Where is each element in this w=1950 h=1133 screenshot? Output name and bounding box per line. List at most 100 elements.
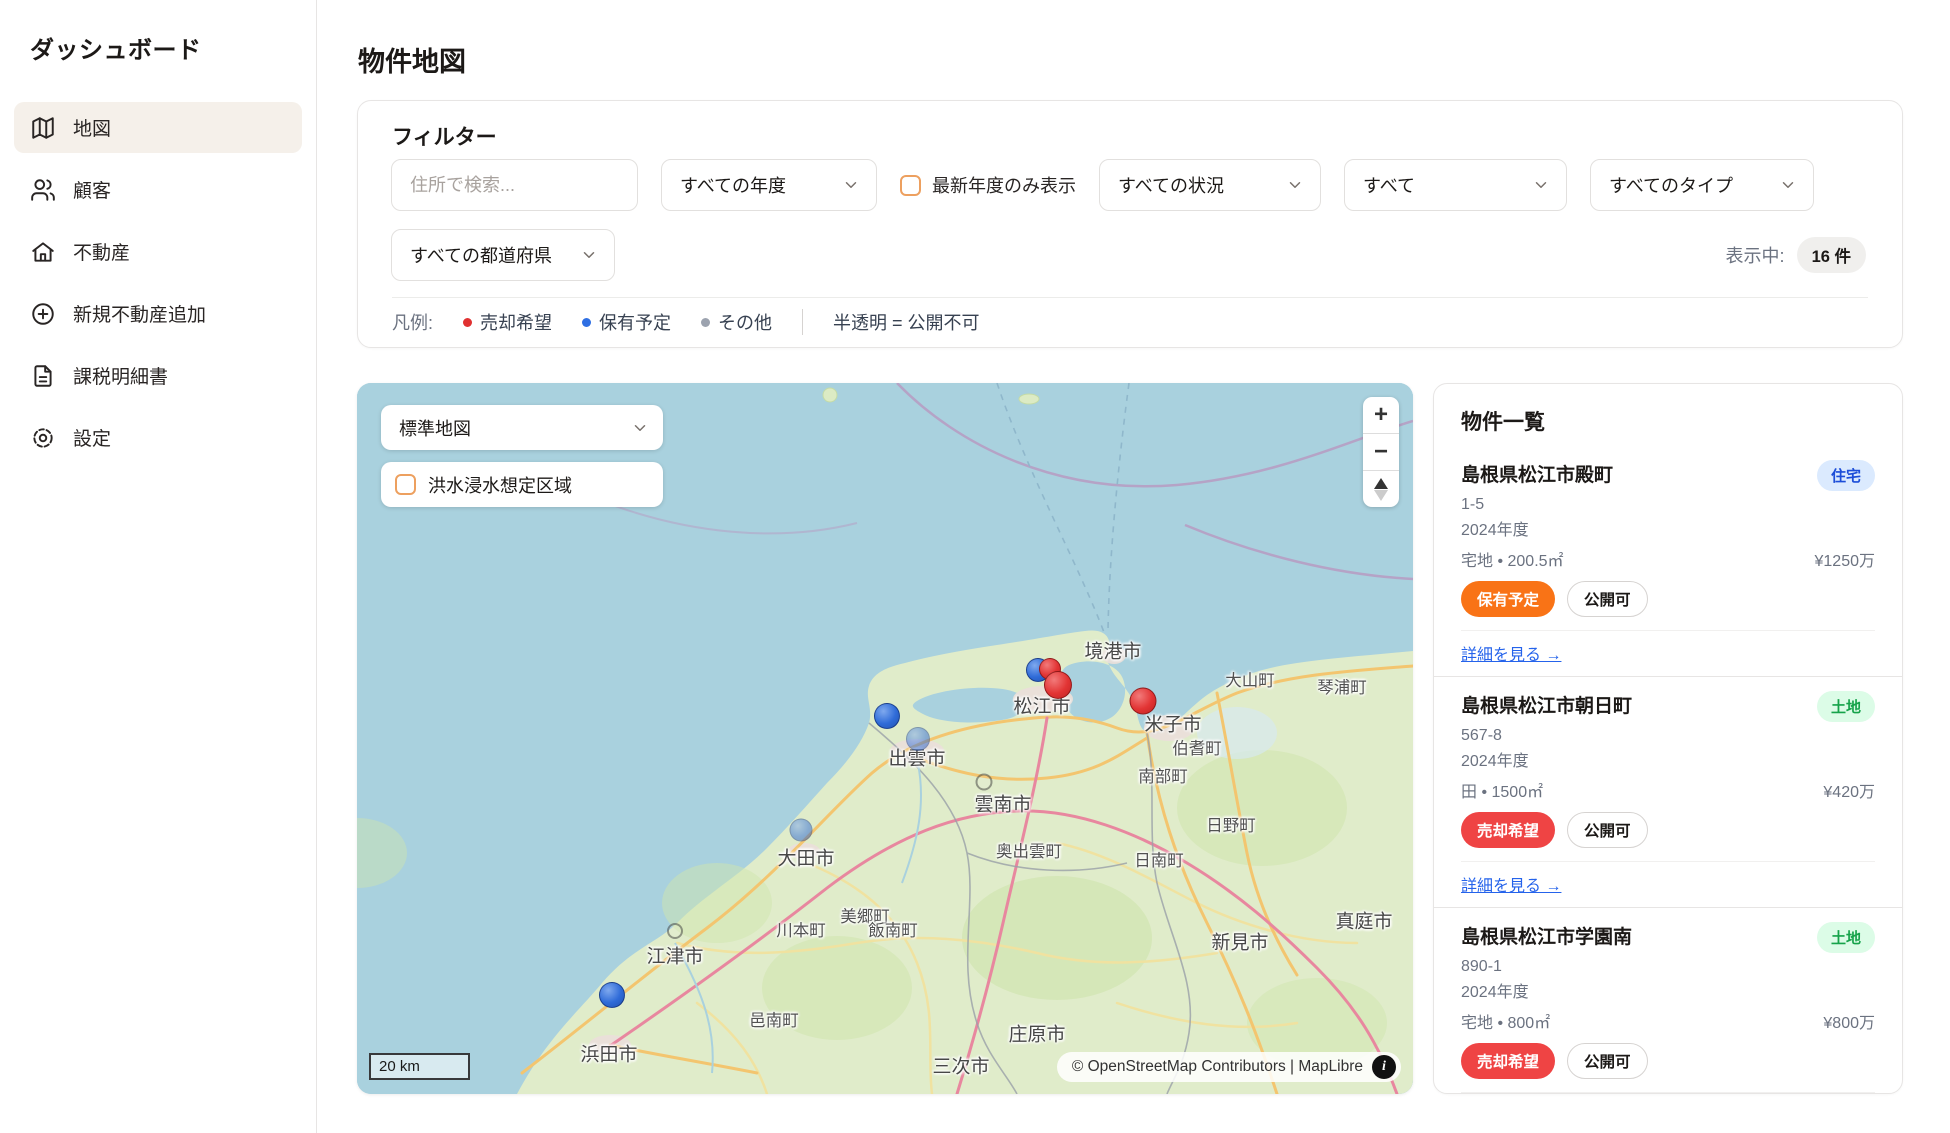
property-land: 宅地 • 200.5㎡ — [1461, 547, 1564, 571]
zoom-in-button[interactable]: + — [1363, 397, 1399, 433]
app-title: ダッシュボード — [30, 30, 202, 65]
property-name: 島根県松江市学園南 — [1461, 922, 1632, 949]
chevron-down-icon — [842, 176, 860, 194]
search-input[interactable] — [391, 159, 638, 211]
sidebar-item-settings[interactable]: 設定 — [14, 412, 302, 463]
gray-dot-icon — [701, 318, 710, 327]
map-marker[interactable] — [906, 727, 930, 751]
sidebar-nav: 地図 顧客 不動産 新規不動産追加 課税明細書 — [14, 102, 302, 463]
property-card: 島根県松江市学園南 土地 890-1 2024年度 宅地 • 800㎡ ¥800… — [1434, 907, 1902, 1094]
blue-dot-icon — [582, 318, 591, 327]
map-marker[interactable] — [599, 982, 625, 1008]
filter-row-2: すべての都道府県 表示中: 16 件 — [391, 229, 1866, 281]
property-land: 田 • 1500㎡ — [1461, 778, 1543, 802]
detail-link[interactable]: 詳細を見る → — [1461, 872, 1561, 896]
home-icon — [30, 239, 56, 265]
plus-circle-icon — [30, 301, 56, 327]
users-icon — [30, 177, 56, 203]
red-dot-icon — [463, 318, 472, 327]
legend: 凡例: 売却希望 保有予定 その他 半透明 = 公開不可 — [392, 309, 980, 335]
map-marker[interactable] — [874, 703, 900, 729]
property-address2: 567-8 — [1461, 727, 1875, 745]
type-select[interactable]: すべてのタイプ — [1590, 159, 1814, 211]
sidebar-item-tax-statement[interactable]: 課税明細書 — [14, 350, 302, 401]
map-marker[interactable] — [667, 923, 683, 939]
chevron-down-icon — [1286, 176, 1304, 194]
sidebar-item-properties[interactable]: 不動産 — [14, 226, 302, 277]
property-year: 2024年度 — [1461, 978, 1875, 1002]
filter-card: フィルター すべての年度 最新年度のみ表示 すべての状況 すべて すべてのタイプ… — [357, 100, 1903, 348]
map-marker[interactable] — [1130, 688, 1157, 715]
map-marker[interactable] — [790, 819, 813, 842]
compass-north-icon — [1374, 478, 1388, 489]
flood-zone-checkbox[interactable] — [395, 474, 416, 495]
sidebar-item-map[interactable]: 地図 — [14, 102, 302, 153]
card-divider — [1461, 630, 1875, 631]
property-address2: 1-5 — [1461, 496, 1875, 514]
latest-year-checkbox-group[interactable]: 最新年度のみ表示 — [900, 172, 1076, 198]
status-badge: 保有予定 — [1461, 581, 1555, 617]
flood-zone-toggle[interactable]: 洪水浸水想定区域 — [381, 462, 663, 507]
property-card: 島根県松江市朝日町 土地 567-8 2024年度 田 • 1500㎡ ¥420… — [1434, 676, 1902, 907]
map-attribution: © OpenStreetMap Contributors | MapLibre … — [1057, 1052, 1401, 1082]
chevron-down-icon — [631, 419, 649, 437]
public-badge: 公開可 — [1567, 581, 1648, 617]
legend-label: 凡例: — [392, 309, 433, 335]
compass-south-icon — [1374, 490, 1388, 501]
page-title: 物件地図 — [358, 40, 466, 79]
showing-count-group: 表示中: 16 件 — [1726, 237, 1866, 273]
property-name: 島根県松江市殿町 — [1461, 460, 1613, 487]
property-type-badge: 住宅 — [1817, 460, 1875, 491]
map-marker[interactable] — [1044, 671, 1072, 699]
property-address2: 890-1 — [1461, 958, 1875, 976]
property-list-panel: 物件一覧 島根県松江市殿町 住宅 1-5 2024年度 宅地 • 200.5㎡ … — [1433, 383, 1903, 1094]
latest-year-checkbox-label: 最新年度のみ表示 — [932, 172, 1076, 198]
zoom-out-button[interactable]: − — [1363, 433, 1399, 470]
showing-count-badge: 16 件 — [1797, 237, 1866, 273]
publish-select[interactable]: すべて — [1344, 159, 1567, 211]
document-icon — [30, 363, 56, 389]
chevron-down-icon — [1532, 176, 1550, 194]
filter-title: フィルター — [392, 121, 497, 151]
property-card: 島根県松江市殿町 住宅 1-5 2024年度 宅地 • 200.5㎡ ¥1250… — [1434, 446, 1902, 676]
map-style-select[interactable]: 標準地図 — [381, 405, 663, 450]
property-price: ¥1250万 — [1815, 547, 1876, 571]
map-icon — [30, 115, 56, 141]
property-list-title: 物件一覧 — [1434, 384, 1902, 446]
legend-separator — [802, 309, 803, 335]
sidebar-item-label: 新規不動産追加 — [73, 300, 206, 327]
public-badge: 公開可 — [1567, 1043, 1648, 1079]
sidebar-item-label: 課税明細書 — [73, 362, 168, 389]
status-badge: 売却希望 — [1461, 1043, 1555, 1079]
info-icon[interactable]: i — [1372, 1055, 1396, 1079]
map-scale-bar: 20 km — [369, 1053, 470, 1080]
map-marker[interactable] — [976, 774, 993, 791]
card-divider — [1461, 861, 1875, 862]
property-price: ¥800万 — [1823, 1009, 1875, 1033]
year-select[interactable]: すべての年度 — [661, 159, 877, 211]
detail-link[interactable]: 詳細を見る → — [1461, 641, 1561, 665]
card-divider — [1461, 1092, 1875, 1093]
latest-year-checkbox[interactable] — [900, 175, 921, 196]
prefecture-select[interactable]: すべての都道府県 — [391, 229, 615, 281]
legend-item-other: その他 — [701, 309, 772, 335]
filter-row-1: すべての年度 最新年度のみ表示 すべての状況 すべて すべてのタイプ — [391, 159, 1814, 211]
status-select[interactable]: すべての状況 — [1099, 159, 1321, 211]
sidebar-item-label: 設定 — [73, 424, 111, 451]
sidebar-item-customers[interactable]: 顧客 — [14, 164, 302, 215]
map-zoom-control: + − — [1363, 397, 1399, 507]
property-land: 宅地 • 800㎡ — [1461, 1009, 1550, 1033]
legend-item-sell: 売却希望 — [463, 309, 552, 335]
property-year: 2024年度 — [1461, 516, 1875, 540]
sidebar: ダッシュボード 地図 顧客 不動産 新規不動産追加 — [0, 0, 317, 1133]
filter-divider — [392, 297, 1868, 298]
map[interactable]: 境港市松江市米子市出雲市雲南市大田市江津市浜田市三次市庄原市新見市真庭市奥出雲町… — [357, 383, 1413, 1094]
chevron-down-icon — [580, 246, 598, 264]
sidebar-item-label: 顧客 — [73, 176, 111, 203]
chevron-down-icon — [1779, 176, 1797, 194]
compass-button[interactable] — [1363, 470, 1399, 507]
property-price: ¥420万 — [1823, 778, 1875, 802]
sidebar-item-label: 不動産 — [73, 238, 130, 265]
property-name: 島根県松江市朝日町 — [1461, 691, 1632, 718]
sidebar-item-add-property[interactable]: 新規不動産追加 — [14, 288, 302, 339]
